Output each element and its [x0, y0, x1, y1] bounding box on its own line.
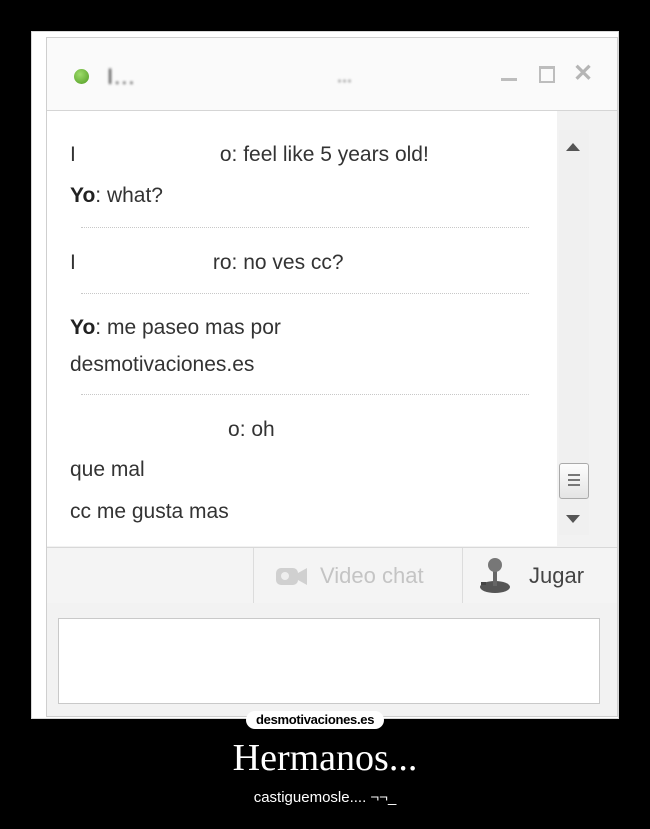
toolbar-spacer	[47, 548, 254, 603]
scroll-thumb[interactable]	[559, 463, 589, 499]
joystick-icon	[480, 558, 510, 593]
message-line: desmotivaciones.es	[70, 353, 254, 377]
message-line: cc me gusta mas	[70, 500, 229, 524]
chat-toolbar: Video chat Jugar	[47, 547, 617, 604]
message-text: : no ves cc?	[231, 251, 344, 274]
video-camera-icon	[276, 568, 307, 585]
scroll-down-icon[interactable]	[566, 515, 580, 523]
poster: I... ... ✕ Io: feel like 5 years old! Yo…	[0, 0, 650, 829]
contact-name: I...	[107, 64, 136, 89]
message-line: Yo: what?	[70, 184, 163, 208]
maximize-icon[interactable]	[537, 64, 557, 84]
message-text: : feel like 5 years old!	[231, 143, 429, 166]
message-text: cc me gusta mas	[70, 500, 229, 523]
message-line: Iro: no ves cc?	[70, 251, 344, 275]
message-list: Io: feel like 5 years old! Yo: what? Iro…	[47, 111, 557, 546]
message-text: : what?	[95, 184, 163, 207]
redacted-sender-end: ro	[212, 251, 232, 274]
redacted-sender-start: I	[70, 143, 76, 166]
close-icon[interactable]: ✕	[573, 62, 593, 86]
compose-area	[47, 603, 617, 716]
message-separator	[81, 227, 529, 228]
redacted-sender-end: o	[219, 143, 232, 166]
minimize-icon[interactable]	[499, 64, 519, 84]
video-chat-button[interactable]: Video chat	[254, 548, 463, 603]
sender-name: Yo	[70, 184, 96, 207]
poster-title: Hermanos...	[232, 737, 418, 779]
contact-name-tail: ...	[337, 66, 353, 86]
redacted-sender-end: o	[228, 418, 240, 441]
message-text: : oh	[239, 418, 275, 441]
poster-subtitle: castiguemosle.... ¬¬_	[253, 789, 397, 806]
message-separator	[81, 394, 529, 395]
message-text: : me paseo mas por	[95, 316, 281, 339]
play-button[interactable]: Jugar	[463, 548, 617, 603]
message-text: desmotivaciones.es	[70, 353, 255, 376]
message-separator	[81, 293, 529, 294]
message-input[interactable]	[58, 618, 600, 704]
message-line: o: oh	[70, 418, 275, 442]
chat-window: I... ... ✕ Io: feel like 5 years old! Yo…	[46, 37, 618, 717]
message-text: que mal	[70, 458, 145, 481]
sender-name: Yo	[70, 316, 96, 339]
redacted-sender-start: I	[70, 251, 76, 274]
scroll-up-icon[interactable]	[566, 143, 580, 151]
online-status-icon	[74, 69, 89, 84]
message-scrollbar[interactable]	[559, 130, 589, 535]
message-line: Yo: me paseo mas por	[70, 316, 281, 340]
site-brand-label: desmotivaciones.es	[246, 711, 385, 729]
play-label: Jugar	[529, 563, 585, 588]
image-frame: I... ... ✕ Io: feel like 5 years old! Yo…	[31, 31, 619, 719]
video-chat-label: Video chat	[320, 563, 424, 588]
message-line: que mal	[70, 458, 145, 482]
message-line: Io: feel like 5 years old!	[70, 143, 429, 167]
chat-titlebar[interactable]: I... ... ✕	[47, 38, 617, 111]
